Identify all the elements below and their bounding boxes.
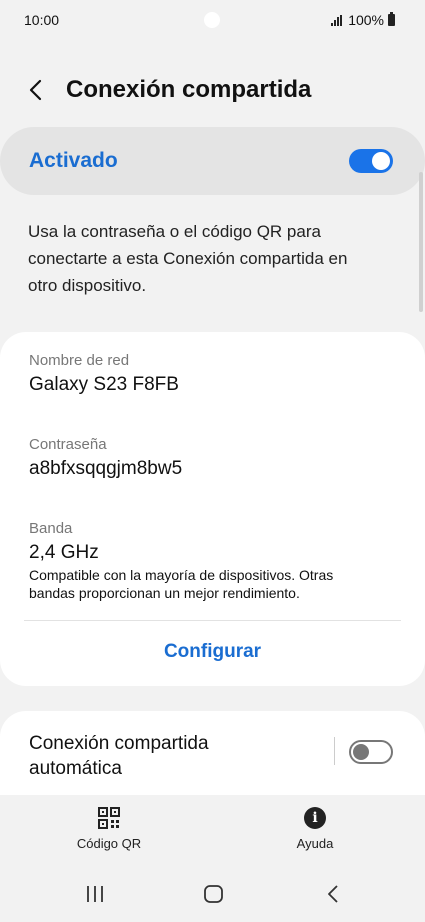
password-value: a8bfxsqqgjm8bw5: [29, 458, 183, 479]
recents-icon: [87, 886, 103, 902]
band-note: Compatible con la mayoría de dispositivo…: [29, 567, 334, 601]
back-button[interactable]: [28, 75, 50, 105]
master-toggle[interactable]: [349, 149, 393, 173]
password-block: Contraseña a8bfxsqqgjm8bw5: [29, 436, 182, 480]
band-label: Banda: [29, 520, 73, 537]
qr-code-label: Código QR: [76, 836, 142, 851]
page-title: Conexión compartida: [66, 76, 312, 103]
nav-back-icon: [328, 885, 338, 903]
network-name-value: Galaxy S23 F8FB: [29, 374, 179, 395]
battery-percent: 100%: [348, 12, 384, 28]
info-icon: i: [304, 807, 326, 829]
status-time: 10:00: [24, 12, 60, 28]
network-info-card: Nombre de red Galaxy S23 F8FB Contraseña…: [0, 332, 425, 686]
help-button[interactable]: i Ayuda: [255, 807, 375, 851]
bottom-action-bar: Código QR i Ayuda: [0, 795, 425, 860]
network-name-label: Nombre de red: [29, 352, 130, 369]
camera-cutout: [204, 12, 220, 28]
home-button[interactable]: [199, 882, 229, 906]
qr-code-icon: [98, 807, 120, 829]
password-label: Contraseña: [29, 436, 107, 453]
vertical-divider: [334, 737, 335, 765]
master-switch-row[interactable]: Activado: [0, 127, 425, 195]
band-block: Banda 2,4 GHz Compatible con la mayoría …: [29, 520, 379, 602]
card-divider: [24, 620, 401, 621]
description-text: Usa la contraseña o el código QR para co…: [28, 222, 348, 295]
help-label: Ayuda: [296, 836, 334, 851]
status-indicators: 100%: [331, 12, 395, 28]
toggle-knob: [372, 152, 390, 170]
scroll-indicator: [419, 172, 423, 312]
battery-icon: [388, 12, 395, 26]
home-icon: [204, 885, 223, 903]
master-switch-label: Activado: [29, 149, 118, 172]
signal-icon: [331, 14, 343, 26]
header: Conexión compartida: [0, 62, 425, 118]
nav-back-button[interactable]: [318, 882, 348, 906]
qr-code-button[interactable]: Código QR: [49, 807, 169, 851]
system-navigation-bar: [0, 870, 425, 918]
recents-button[interactable]: [80, 882, 110, 906]
auto-hotspot-label: Conexión compartida automática: [29, 733, 209, 779]
band-value: 2,4 GHz: [29, 542, 99, 563]
configure-button[interactable]: Configurar: [0, 632, 425, 672]
chevron-left-icon: [29, 79, 42, 101]
network-name-block: Nombre de red Galaxy S23 F8FB: [29, 352, 179, 396]
auto-hotspot-toggle[interactable]: [349, 740, 393, 764]
toggle-knob: [353, 744, 369, 760]
